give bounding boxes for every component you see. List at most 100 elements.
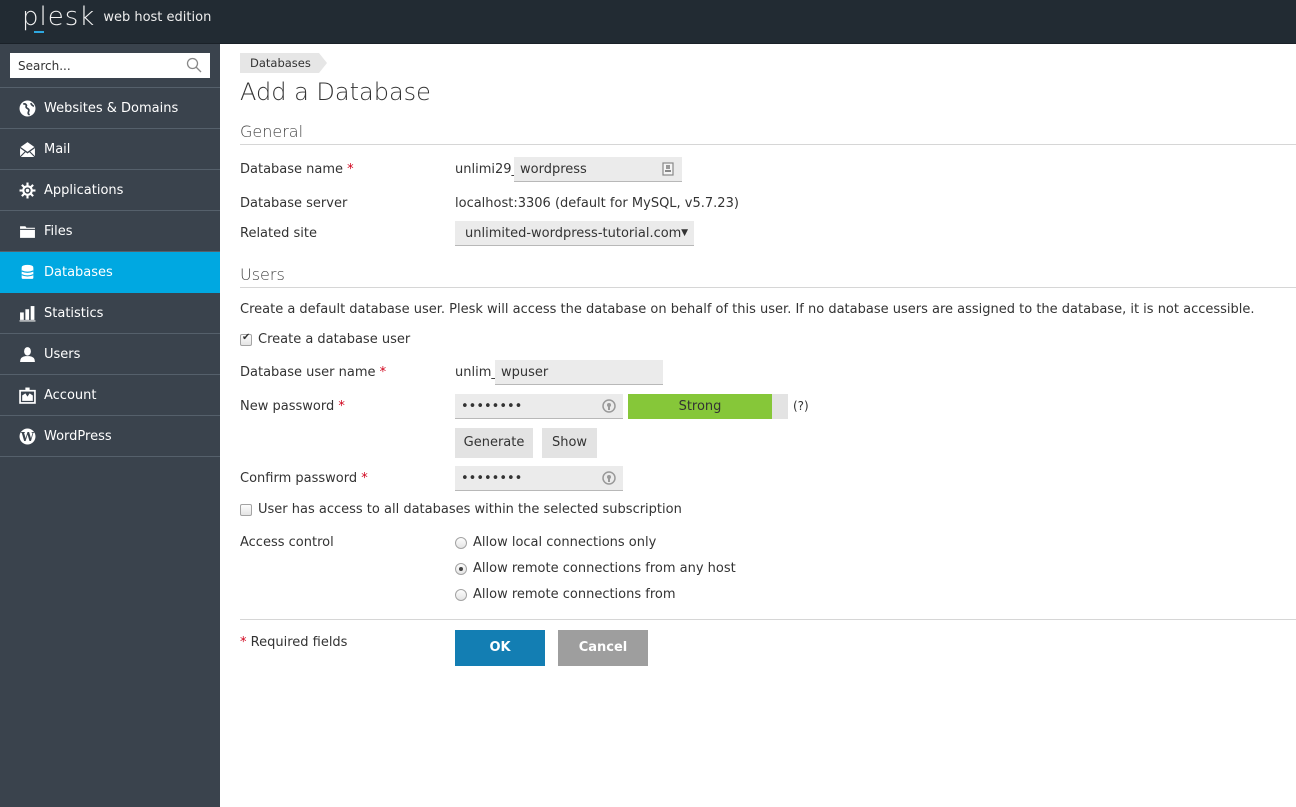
plesk-logo[interactable]: plesk web host edition xyxy=(22,2,212,33)
sidebar-item-databases[interactable]: Databases xyxy=(0,252,220,293)
logo-wordmark: plesk xyxy=(22,2,96,33)
svg-text:W: W xyxy=(20,429,35,443)
sidebar-item-label: Applications xyxy=(44,182,124,198)
user-name-label-text: Database user name xyxy=(240,365,376,380)
related-site-label: Related site xyxy=(240,226,317,241)
new-password-field[interactable]: •••••••• xyxy=(455,394,623,419)
logo-edition: web host edition xyxy=(103,10,212,25)
db-name-field[interactable] xyxy=(514,157,682,182)
db-name-label: Database name * xyxy=(240,162,354,177)
sidebar-item-mail[interactable]: Mail xyxy=(0,129,220,170)
db-server-label: Database server xyxy=(240,196,348,211)
user-name-label: Database user name * xyxy=(240,365,386,380)
radio-button[interactable] xyxy=(455,588,467,601)
mail-icon xyxy=(19,141,36,158)
required-star: * xyxy=(347,162,354,177)
db-name-label-text: Database name xyxy=(240,162,344,177)
sidebar-item-label: Files xyxy=(44,223,73,239)
account-icon xyxy=(19,387,36,404)
generate-password-button[interactable]: Generate xyxy=(455,428,533,458)
create-user-checkbox[interactable] xyxy=(240,332,252,346)
section-divider xyxy=(240,287,1296,288)
sidebar-item-label: Statistics xyxy=(44,305,104,321)
radio-button[interactable] xyxy=(455,562,467,575)
section-divider xyxy=(240,144,1296,145)
access-option-label: Allow local connections only xyxy=(473,535,657,550)
confirm-password-field[interactable]: •••••••• xyxy=(455,466,623,491)
db-server-value: localhost:3306 (default for MySQL, v5.7.… xyxy=(455,196,739,211)
show-password-button[interactable]: Show xyxy=(542,428,597,458)
wordpress-icon: W xyxy=(19,428,36,445)
search-input[interactable] xyxy=(18,58,178,73)
related-site-value: unlimited-wordpress-tutorial.com xyxy=(465,226,682,241)
access-option-local[interactable]: Allow local connections only xyxy=(455,535,656,550)
search-icon[interactable] xyxy=(186,57,202,73)
required-star: * xyxy=(240,635,247,650)
top-bar: plesk web host edition xyxy=(0,0,1296,44)
page-title: Add a Database xyxy=(240,78,431,106)
users-description: Create a default database user. Plesk wi… xyxy=(240,302,1255,317)
form-footer-divider xyxy=(240,619,1296,620)
contact-card-icon xyxy=(662,162,674,176)
password-strength-fill: Strong xyxy=(628,394,772,419)
cancel-button[interactable]: Cancel xyxy=(558,630,648,666)
db-name-input[interactable] xyxy=(520,162,682,177)
password-key-icon xyxy=(602,399,616,413)
user-name-field[interactable] xyxy=(495,360,663,385)
all-access-checkbox[interactable] xyxy=(240,503,252,516)
password-key-icon xyxy=(602,471,616,485)
access-option-label: Allow remote connections from xyxy=(473,587,676,602)
required-star: * xyxy=(338,399,345,414)
password-help-link[interactable]: (?) xyxy=(793,399,809,413)
create-user-checkbox-row[interactable]: Create a database user xyxy=(240,332,410,347)
access-control-label: Access control xyxy=(240,535,334,550)
ok-button[interactable]: OK xyxy=(455,630,545,666)
sidebar: Websites & Domains Mail Applications Fil… xyxy=(0,44,220,807)
sidebar-item-label: Mail xyxy=(44,141,71,157)
user-name-prefix: unlim_ xyxy=(455,365,498,380)
search-box xyxy=(10,53,210,78)
gear-icon xyxy=(19,182,36,199)
breadcrumb-databases[interactable]: Databases xyxy=(240,53,327,73)
new-password-label-text: New password xyxy=(240,399,335,414)
bar-chart-icon xyxy=(19,305,36,322)
required-fields-label: Required fields xyxy=(250,635,348,650)
sidebar-item-applications[interactable]: Applications xyxy=(0,170,220,211)
confirm-password-label: Confirm password * xyxy=(240,471,368,486)
create-user-label: Create a database user xyxy=(258,332,411,347)
all-access-label: User has access to all databases within … xyxy=(258,502,682,517)
db-name-prefix: unlimi29_ xyxy=(455,162,519,177)
radio-button[interactable] xyxy=(455,536,467,549)
user-name-input[interactable] xyxy=(501,365,663,380)
confirm-password-label-text: Confirm password xyxy=(240,471,358,486)
sidebar-item-files[interactable]: Files xyxy=(0,211,220,252)
sidebar-item-label: Account xyxy=(44,387,97,403)
access-option-label: Allow remote connections from any host xyxy=(473,561,736,576)
sidebar-item-websites-domains[interactable]: Websites & Domains xyxy=(0,88,220,129)
related-site-select[interactable]: unlimited-wordpress-tutorial.com ▼ xyxy=(455,221,694,246)
sidebar-item-label: Websites & Domains xyxy=(44,100,179,116)
sidebar-item-users[interactable]: Users xyxy=(0,334,220,375)
folder-icon xyxy=(19,223,36,240)
required-star: * xyxy=(379,365,387,380)
database-icon xyxy=(19,264,36,281)
access-option-specific-hosts[interactable]: Allow remote connections from xyxy=(455,587,676,602)
user-icon xyxy=(19,346,36,363)
all-access-checkbox-row[interactable]: User has access to all databases within … xyxy=(240,502,682,517)
sidebar-item-statistics[interactable]: Statistics xyxy=(0,293,220,334)
section-title-general: General xyxy=(240,122,304,141)
search-container xyxy=(0,44,220,88)
sidebar-item-label: WordPress xyxy=(44,428,112,444)
sidebar-item-label: Databases xyxy=(44,264,113,280)
sidebar-item-label: Users xyxy=(44,346,81,362)
access-option-any-host[interactable]: Allow remote connections from any host xyxy=(455,561,736,576)
confirm-password-mask: •••••••• xyxy=(461,471,523,486)
required-fields-note: * Required fields xyxy=(240,635,347,650)
dropdown-arrow-icon: ▼ xyxy=(681,228,688,238)
new-password-mask: •••••••• xyxy=(461,399,523,414)
section-title-users: Users xyxy=(240,265,285,284)
sidebar-item-account[interactable]: Account xyxy=(0,375,220,416)
new-password-label: New password * xyxy=(240,399,345,414)
required-star: * xyxy=(361,471,368,486)
sidebar-item-wordpress[interactable]: W WordPress xyxy=(0,416,220,457)
